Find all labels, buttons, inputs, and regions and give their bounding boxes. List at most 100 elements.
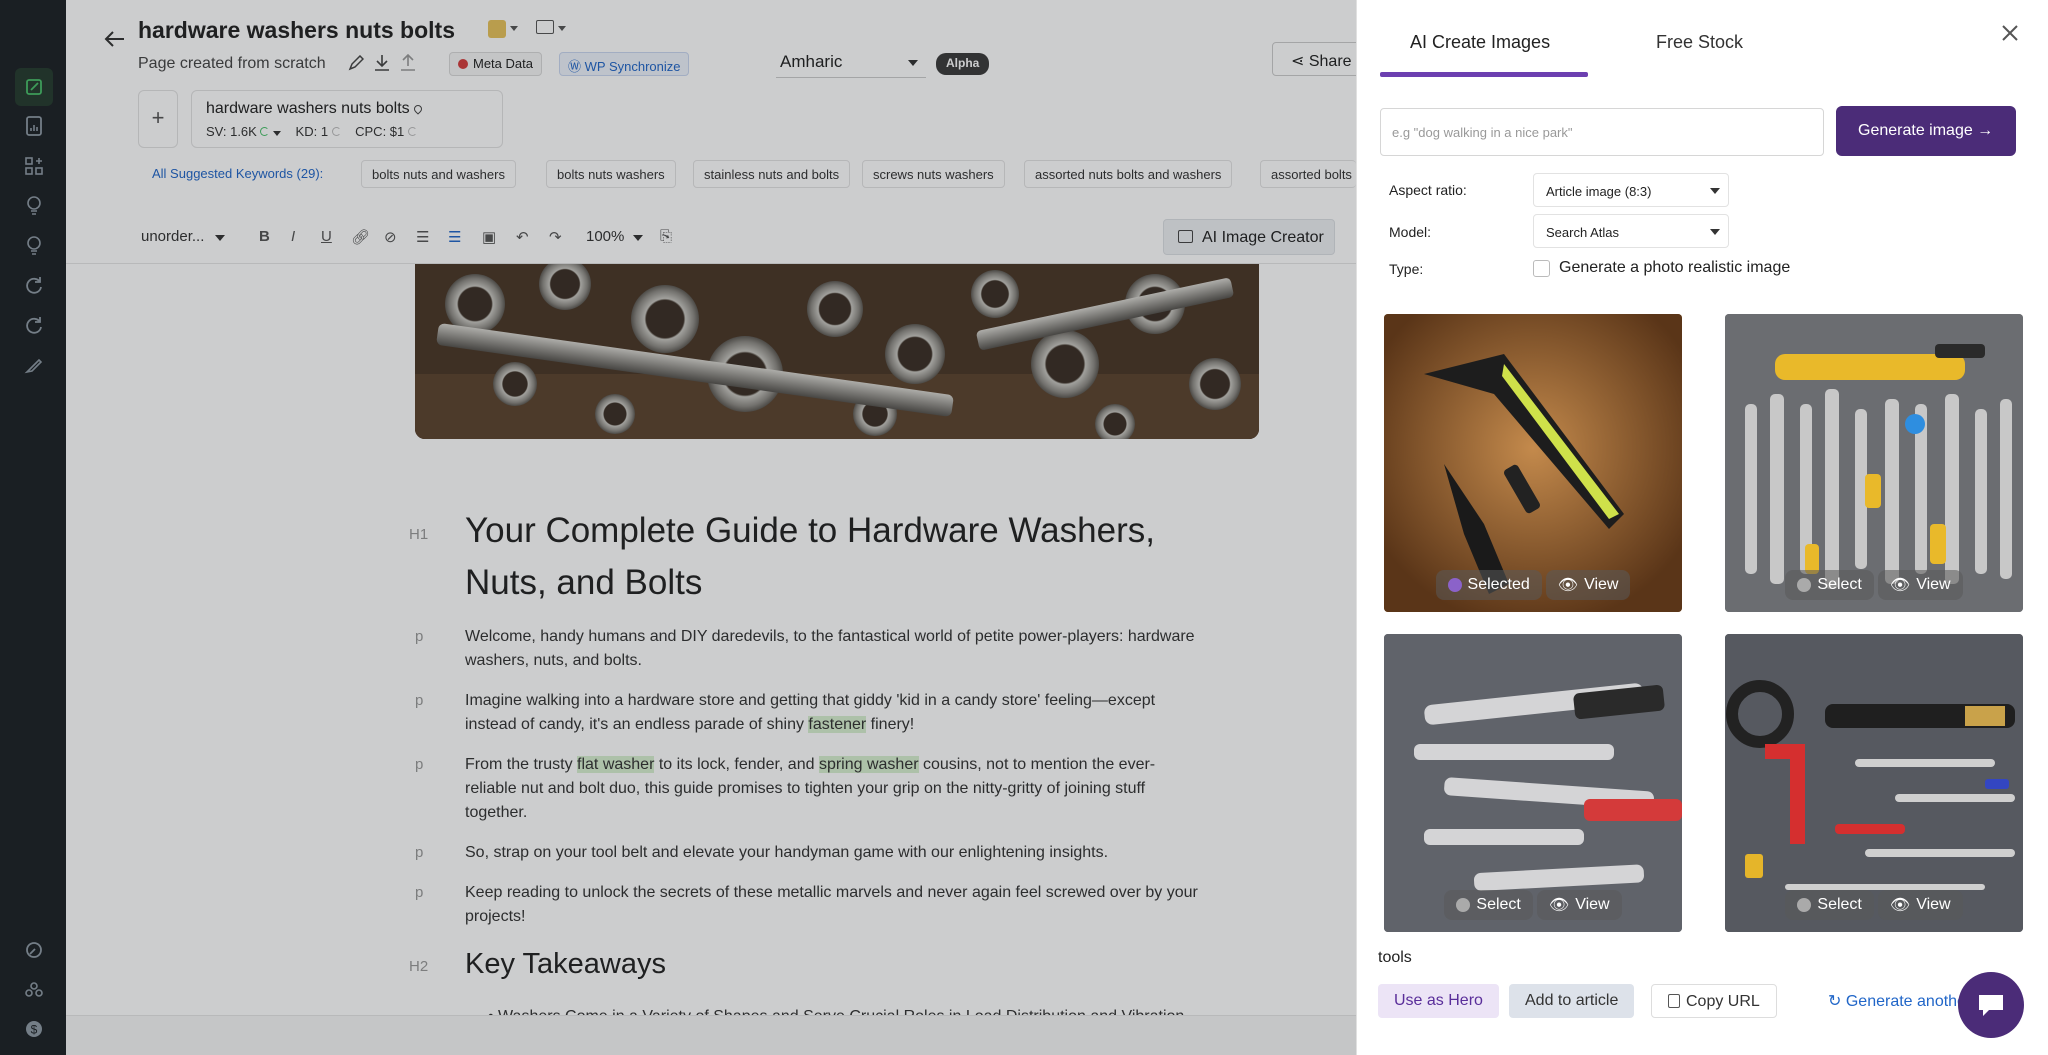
location-pin-icon	[412, 103, 424, 115]
article-h1[interactable]: Your Complete Guide to Hardware Washers,…	[465, 505, 1225, 609]
prompt-input[interactable]: e.g "dog walking in a nice park"	[1380, 108, 1824, 156]
suggested-keyword-chip[interactable]: screws nuts washers	[862, 160, 1005, 188]
tab-free-stock[interactable]: Free Stock	[1656, 32, 1743, 53]
underline-icon[interactable]: U	[321, 228, 332, 245]
widgets-icon[interactable]	[21, 153, 47, 179]
view-button[interactable]: 👁︎ View	[1536, 890, 1622, 920]
eye-icon: 👁︎	[1889, 577, 1911, 594]
loading-icon	[260, 127, 270, 136]
suggested-keywords-link[interactable]: All Suggested Keywords (29):	[152, 166, 323, 181]
keyword-cpc: CPC: $1	[355, 124, 405, 139]
selected-button[interactable]: Selected	[1435, 570, 1542, 600]
unlink-icon[interactable]: ⊘	[384, 228, 397, 246]
zoom-select[interactable]: 100%	[586, 228, 643, 245]
edit-pencil-icon[interactable]	[348, 54, 365, 76]
view-button[interactable]: 👁︎ View	[1877, 570, 1963, 600]
folder-icon[interactable]	[536, 20, 554, 34]
suggested-keyword-chip[interactable]: bolts nuts washers	[546, 160, 676, 188]
chat-support-icon[interactable]	[1958, 972, 2024, 1038]
document-settings-icon[interactable]: ⎘	[660, 228, 672, 245]
use-as-hero-button[interactable]: Use as Hero	[1378, 984, 1499, 1018]
wp-synchronize-button[interactable]: Ⓦ WP Synchronize	[559, 52, 690, 76]
article-h2[interactable]: Key Takeaways	[465, 948, 666, 981]
chevron-down-icon	[273, 131, 282, 136]
paragraph-tag: p	[415, 844, 424, 861]
eye-icon: 👁︎	[1889, 897, 1911, 914]
keyword-highlight: spring washer	[818, 756, 919, 773]
keyword-card[interactable]: hardware washers nuts bolts SV: 1.6K KD:…	[191, 90, 503, 148]
bulb-outline-icon[interactable]	[21, 233, 47, 259]
generated-image-tile[interactable]: Select 👁︎ View	[1725, 314, 2023, 612]
bullet-list-icon[interactable]: ☰	[448, 228, 461, 246]
zoom-value: 100%	[586, 228, 625, 245]
pen-icon[interactable]	[21, 352, 47, 378]
copy-url-button[interactable]: Copy URL	[1651, 984, 1777, 1018]
bold-icon[interactable]: B	[259, 228, 270, 245]
language-select[interactable]: Amharic	[776, 52, 926, 78]
undo-icon[interactable]: ↶	[516, 228, 529, 246]
add-to-article-button[interactable]: Add to article	[1509, 984, 1635, 1018]
generated-image-tile[interactable]: Selected 👁︎ View	[1384, 314, 1682, 612]
link-icon[interactable]: 🔗︎	[351, 228, 370, 246]
block-style-select[interactable]: unorder...	[141, 228, 225, 245]
checkmark-icon	[1447, 578, 1462, 592]
add-keyword-button[interactable]: +	[138, 90, 178, 148]
ordered-list-icon[interactable]: ☰	[416, 228, 429, 246]
select-button[interactable]: Select	[1444, 890, 1533, 920]
copy-icon	[1668, 994, 1680, 1008]
wordpress-icon: Ⓦ	[568, 59, 585, 74]
tab-ai-create-images[interactable]: AI Create Images	[1410, 32, 1550, 53]
keyword-name: hardware washers nuts bolts	[206, 100, 424, 118]
ai-image-creator-button[interactable]: AI Image Creator	[1163, 219, 1335, 255]
redo-icon[interactable]: ↷	[549, 228, 562, 246]
image-icon	[1178, 230, 1193, 243]
loading-icon	[407, 127, 417, 136]
wp-synchronize-label: WP Synchronize	[584, 59, 681, 74]
aspect-ratio-select[interactable]: Article image (8:3)	[1533, 173, 1729, 207]
emoji-picker-icon[interactable]	[488, 20, 506, 38]
meta-data-button[interactable]: Meta Data	[449, 52, 542, 76]
active-tab-indicator	[1380, 72, 1588, 77]
generated-image-tile[interactable]: Select 👁︎ View	[1725, 634, 2023, 932]
model-select[interactable]: Search Atlas	[1533, 214, 1729, 248]
sync-icon[interactable]	[21, 312, 47, 338]
view-button[interactable]: 👁︎ View	[1545, 570, 1631, 600]
dollar-icon[interactable]: $	[21, 1016, 47, 1042]
refresh-icon[interactable]	[21, 272, 47, 298]
paragraph-2[interactable]: Imagine walking into a hardware store an…	[465, 689, 1205, 737]
italic-icon[interactable]: I	[291, 228, 295, 245]
paragraph-5[interactable]: Keep reading to unlock the secrets of th…	[465, 881, 1205, 929]
search-settings-icon[interactable]	[21, 937, 47, 963]
paragraph-1[interactable]: Welcome, handy humans and DIY daredevils…	[465, 625, 1205, 673]
back-arrow-icon[interactable]	[104, 27, 126, 55]
checkmark-icon	[1456, 898, 1471, 912]
edit-icon[interactable]	[15, 68, 53, 106]
photo-realistic-checkbox[interactable]	[1533, 260, 1550, 277]
chevron-down-icon[interactable]	[558, 26, 566, 31]
download-icon[interactable]	[374, 54, 390, 77]
view-button[interactable]: 👁︎ View	[1877, 890, 1963, 920]
image-icon[interactable]: ▣	[482, 228, 496, 246]
bulb-icon[interactable]	[21, 193, 47, 219]
upload-icon[interactable]	[400, 53, 416, 77]
paragraph-text: From the trusty	[465, 756, 578, 773]
document-icon[interactable]	[21, 113, 47, 139]
suggested-keyword-chip[interactable]: assorted nuts bolts and washers	[1024, 160, 1233, 188]
select-button[interactable]: Select	[1785, 570, 1874, 600]
paragraph-tag: p	[415, 884, 424, 901]
suggested-keyword-chip[interactable]: bolts nuts and washers	[361, 160, 516, 188]
suggested-keyword-chip[interactable]: stainless nuts and bolts	[693, 160, 851, 188]
copy-url-label: Copy URL	[1686, 993, 1760, 1010]
chevron-down-icon[interactable]	[510, 26, 518, 31]
page-subtitle: Page created from scratch	[138, 55, 326, 72]
suggested-keyword-chip[interactable]: assorted bolts	[1260, 160, 1356, 188]
share-button[interactable]: ⋖ Share	[1272, 42, 1356, 76]
select-button[interactable]: Select	[1785, 890, 1874, 920]
paragraph-4[interactable]: So, strap on your tool belt and elevate …	[465, 841, 1205, 865]
photo-realistic-label[interactable]: Generate a photo realistic image	[1559, 259, 1790, 277]
close-icon[interactable]	[2001, 16, 2019, 50]
paragraph-3[interactable]: From the trusty flat washer to its lock,…	[465, 753, 1205, 825]
users-icon[interactable]	[21, 977, 47, 1003]
generate-image-button[interactable]: Generate image →	[1836, 106, 2016, 156]
generated-image-tile[interactable]: Select 👁︎ View	[1384, 634, 1682, 932]
